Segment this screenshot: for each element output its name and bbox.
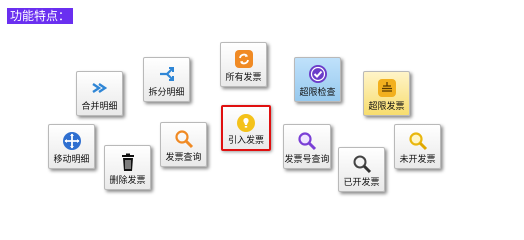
- not-issued-invoice-label: 未开发票: [399, 155, 436, 165]
- all-invoices-label: 所有发票: [225, 73, 262, 83]
- refresh-icon: [234, 50, 253, 68]
- move-detail-button[interactable]: 移动明细: [48, 124, 95, 169]
- split-arrows-icon: [159, 67, 174, 81]
- move-arrows-icon: [62, 132, 81, 150]
- import-invoice-label: 引入发票: [227, 136, 264, 146]
- all-invoices-button[interactable]: 所有发票: [220, 42, 267, 87]
- merge-detail-label: 合并明细: [81, 102, 118, 112]
- check-circle-icon: [308, 65, 327, 83]
- import-invoice-button[interactable]: 引入发票: [221, 105, 271, 151]
- over-limit-invoice-button[interactable]: 超限发票: [363, 71, 410, 116]
- split-detail-label: 拆分明细: [148, 88, 185, 98]
- merge-arrows-icon: [91, 83, 107, 93]
- invoice-number-query-button[interactable]: 发票号查询: [283, 124, 331, 169]
- not-issued-invoice-button[interactable]: 未开发票: [394, 124, 441, 169]
- invoice-query-label: 发票查询: [165, 153, 202, 163]
- coin-stack-icon: [377, 79, 396, 97]
- merge-detail-button[interactable]: 合并明细: [76, 71, 123, 116]
- over-limit-invoice-label: 超限发票: [368, 102, 405, 112]
- issued-invoice-label: 已开发票: [343, 178, 380, 188]
- over-limit-check-label: 超限检查: [299, 88, 336, 98]
- import-bulb-icon: [237, 114, 255, 132]
- trash-icon: [121, 153, 134, 171]
- issued-invoice-button[interactable]: 已开发票: [338, 147, 385, 192]
- invoice-query-button[interactable]: 发票查询: [160, 122, 207, 167]
- features-title: 功能特点：: [7, 8, 74, 24]
- over-limit-check-button[interactable]: 超限检查: [294, 57, 341, 102]
- magnifier-purple-icon: [298, 132, 317, 151]
- delete-invoice-button[interactable]: 删除发票: [104, 145, 151, 190]
- magnifier-yellow-icon: [408, 132, 427, 151]
- split-detail-button[interactable]: 拆分明细: [143, 57, 190, 102]
- magnifier-orange-icon: [174, 130, 193, 149]
- invoice-number-query-label: 发票号查询: [284, 155, 330, 165]
- move-detail-label: 移动明细: [53, 155, 90, 165]
- magnifier-gray-icon: [353, 155, 371, 174]
- delete-invoice-label: 删除发票: [109, 176, 146, 186]
